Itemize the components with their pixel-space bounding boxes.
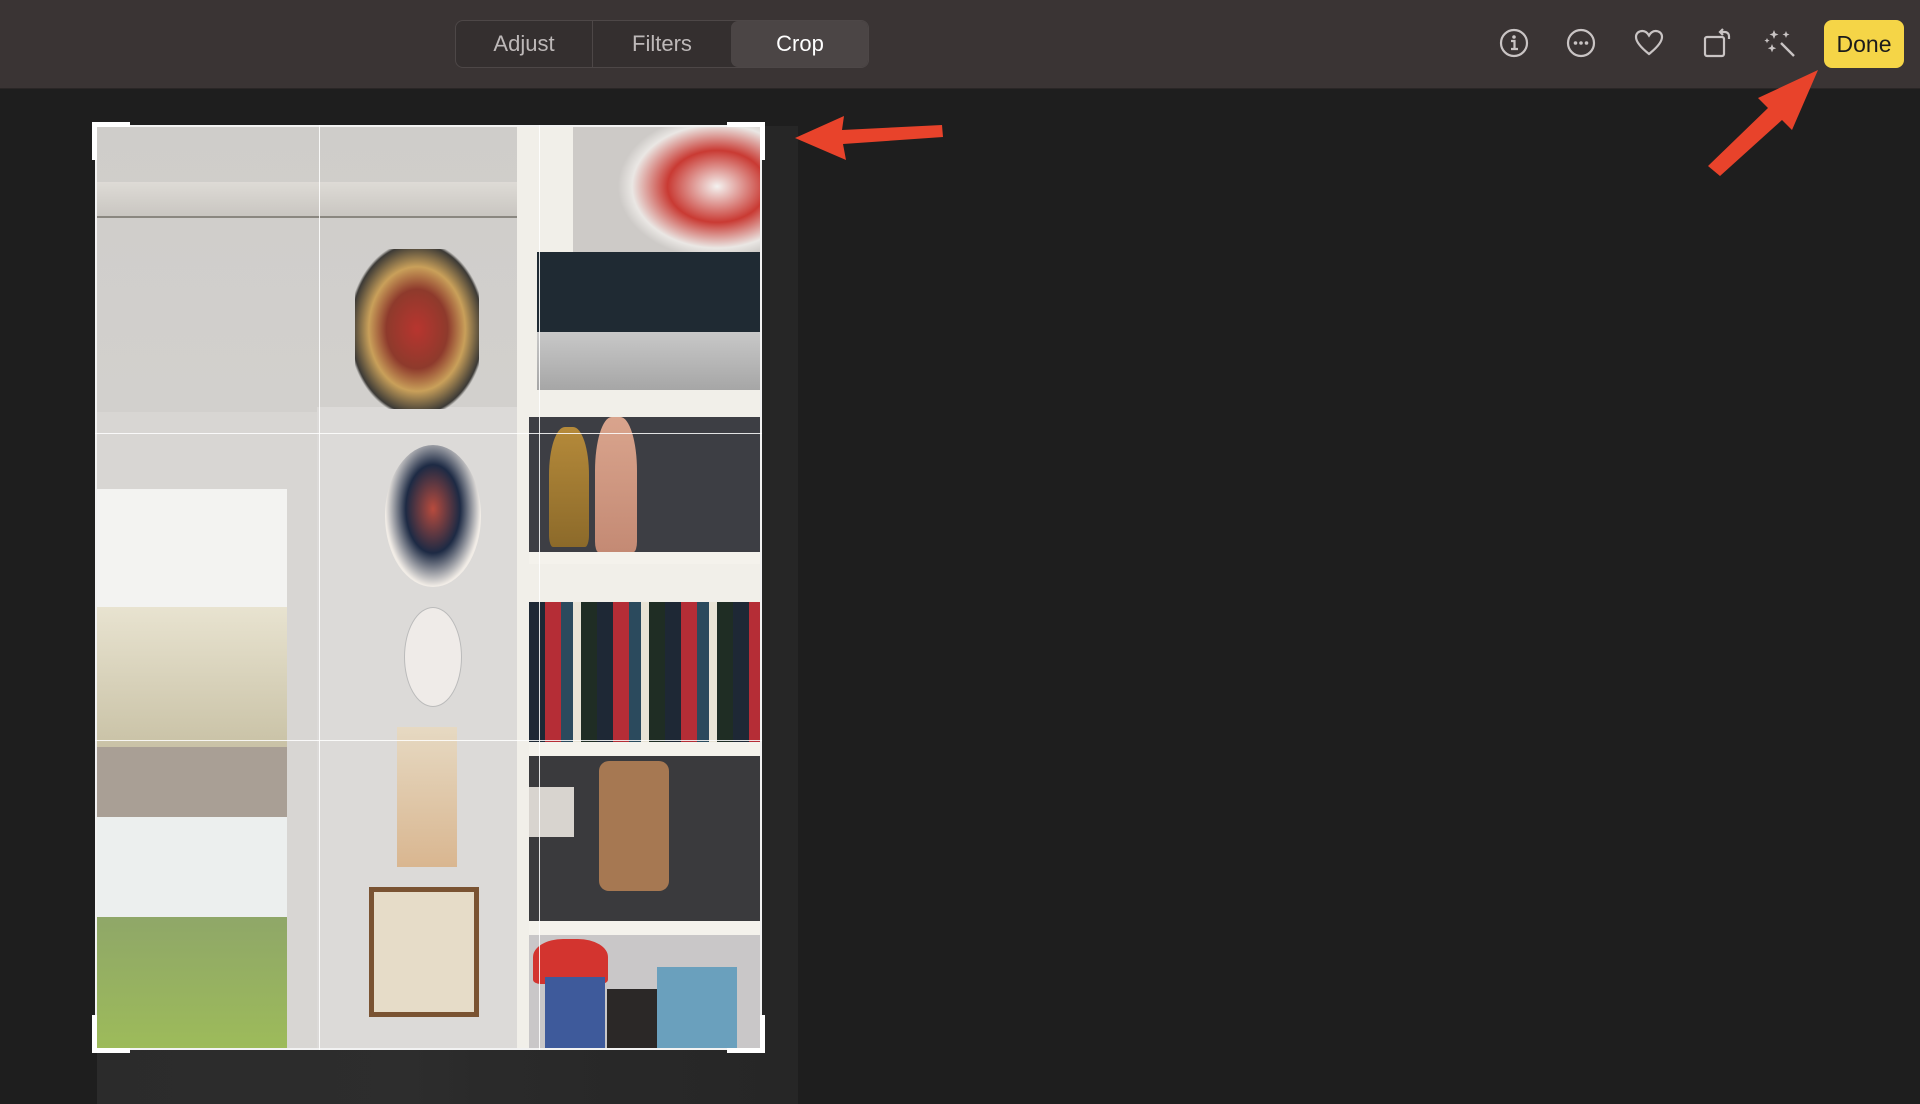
favorite-heart-icon bbox=[1634, 29, 1664, 56]
done-button[interactable]: Done bbox=[1824, 20, 1904, 68]
crop-grid-line bbox=[319, 125, 320, 1050]
tab-crop[interactable]: Crop bbox=[731, 21, 868, 67]
auto-enhance-button[interactable] bbox=[1761, 23, 1801, 63]
more-options-button[interactable] bbox=[1561, 23, 1601, 63]
auto-enhance-icon bbox=[1764, 30, 1795, 57]
info-icon bbox=[1499, 28, 1529, 58]
crop-grid-line bbox=[539, 125, 540, 1050]
rotate-button[interactable] bbox=[1698, 23, 1738, 63]
crop-grid-line bbox=[95, 740, 762, 741]
tab-adjust[interactable]: Adjust bbox=[456, 21, 593, 67]
toolbar: Adjust Filters Crop Done bbox=[0, 0, 1920, 89]
photo-crop-area[interactable] bbox=[97, 127, 760, 1048]
edit-mode-segmented-control: Adjust Filters Crop bbox=[455, 20, 869, 68]
tab-filters[interactable]: Filters bbox=[593, 21, 731, 67]
annotation-arrow-done-button bbox=[1708, 70, 1818, 176]
crop-grid-line bbox=[95, 433, 762, 434]
annotation-arrow-crop-corner bbox=[795, 116, 943, 160]
favorite-button[interactable] bbox=[1629, 23, 1669, 63]
more-options-icon bbox=[1566, 28, 1596, 58]
rotate-icon bbox=[1703, 28, 1731, 58]
info-button[interactable] bbox=[1494, 23, 1534, 63]
